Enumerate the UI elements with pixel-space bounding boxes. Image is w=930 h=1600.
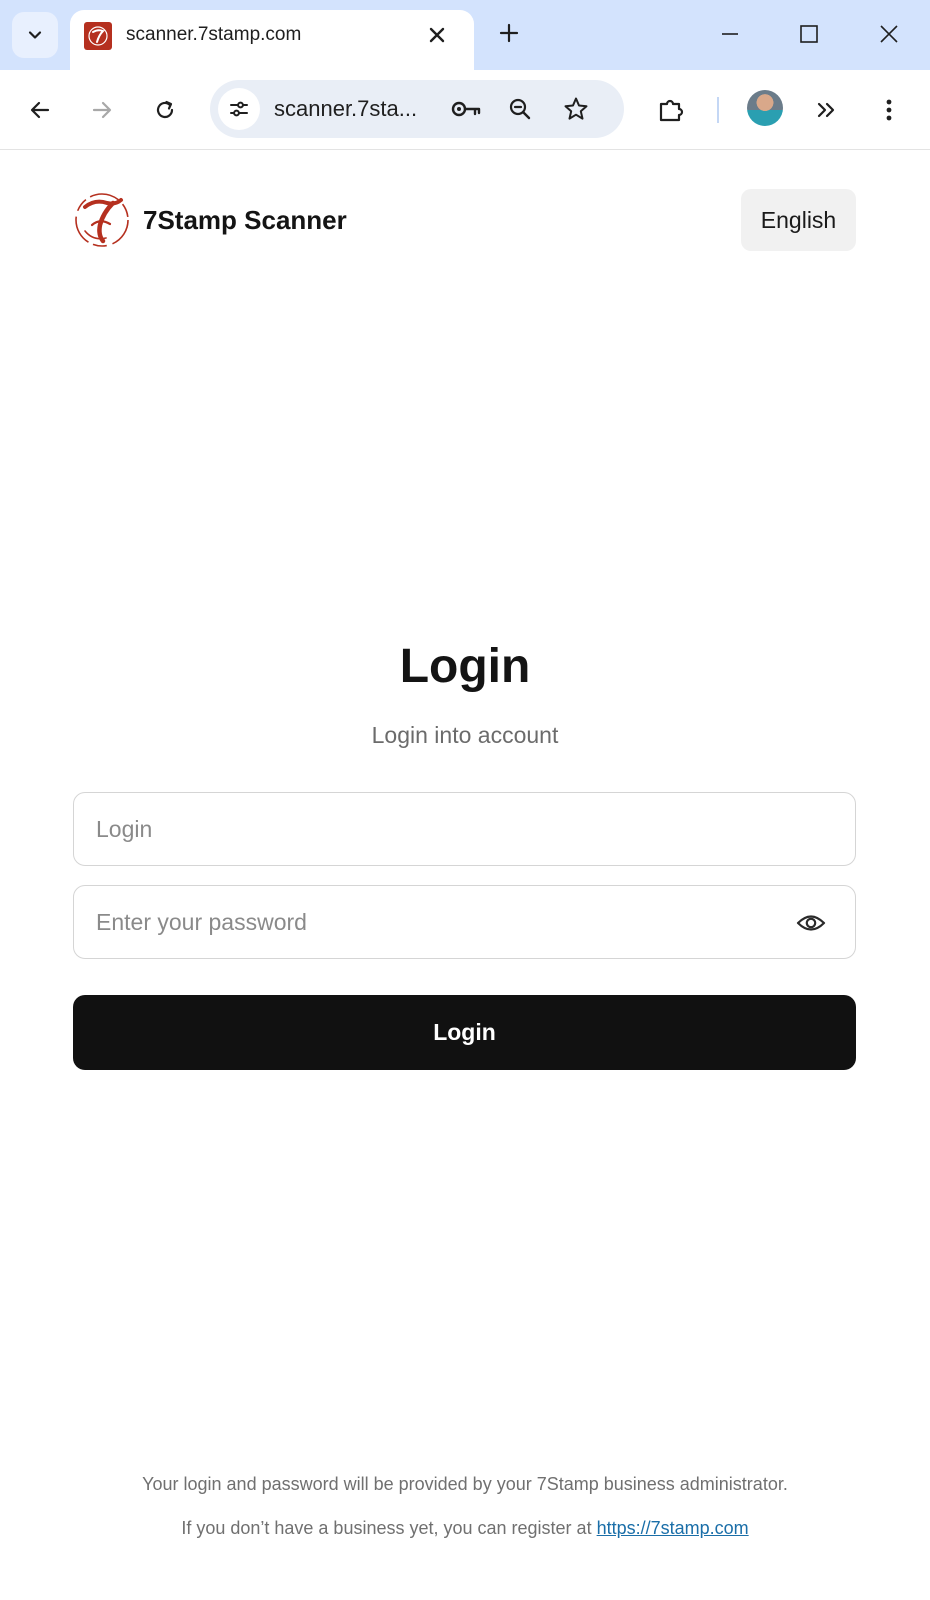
footer-note: Your login and password will be provided… bbox=[142, 1474, 788, 1494]
password-input[interactable] bbox=[96, 886, 756, 958]
minimize-icon bbox=[722, 33, 738, 35]
forward-button[interactable] bbox=[82, 90, 122, 130]
kebab-menu-icon bbox=[886, 99, 892, 121]
login-submit-button[interactable]: Login bbox=[73, 995, 856, 1070]
key-icon bbox=[451, 101, 481, 117]
register-link[interactable]: https://7stamp.com bbox=[597, 1518, 749, 1538]
browser-tab-bar: scanner.7stamp.com bbox=[0, 0, 930, 70]
toolbar-divider bbox=[717, 97, 719, 123]
footer-register-note: If you don’t have a business yet, you ca… bbox=[0, 1518, 930, 1539]
arrow-right-icon bbox=[92, 101, 112, 119]
arrow-left-icon bbox=[30, 101, 50, 119]
zoom-button[interactable] bbox=[500, 89, 540, 129]
passwords-button[interactable] bbox=[446, 89, 486, 129]
reload-button[interactable] bbox=[145, 90, 185, 130]
brand-logo bbox=[75, 193, 129, 247]
minimize-button[interactable] bbox=[710, 16, 750, 52]
tune-icon bbox=[230, 101, 248, 117]
close-icon bbox=[880, 25, 898, 43]
eye-icon bbox=[796, 915, 826, 931]
reload-icon bbox=[156, 100, 174, 119]
double-chevron-icon bbox=[817, 102, 835, 118]
site-favicon bbox=[84, 22, 112, 50]
login-field bbox=[73, 792, 856, 866]
brand-name: 7Stamp Scanner bbox=[143, 204, 347, 235]
page-subtitle: Login into account bbox=[371, 722, 559, 748]
close-icon bbox=[429, 27, 445, 43]
language-selector[interactable]: English bbox=[741, 189, 856, 251]
extensions-button[interactable] bbox=[651, 90, 691, 130]
maximize-icon bbox=[800, 25, 818, 43]
plus-icon bbox=[499, 23, 519, 43]
chevron-down-icon bbox=[28, 31, 42, 39]
maximize-button[interactable] bbox=[789, 16, 829, 52]
tab-close-button[interactable] bbox=[424, 22, 450, 48]
new-tab-button[interactable] bbox=[494, 18, 524, 48]
tab-search-button[interactable] bbox=[12, 12, 58, 58]
zoom-out-icon bbox=[509, 98, 531, 120]
puzzle-icon bbox=[659, 99, 684, 122]
bookmark-button[interactable] bbox=[556, 89, 596, 129]
footer-register-text: If you don’t have a business yet, you ca… bbox=[181, 1518, 592, 1538]
close-window-button[interactable] bbox=[869, 16, 909, 52]
toggle-password-visibility-button[interactable] bbox=[792, 904, 830, 942]
brand[interactable]: 7Stamp Scanner bbox=[73, 191, 347, 249]
password-field bbox=[73, 885, 856, 959]
browser-menu-button[interactable] bbox=[869, 90, 909, 130]
browser-tab[interactable]: scanner.7stamp.com bbox=[70, 10, 474, 70]
login-input[interactable] bbox=[96, 793, 756, 865]
profile-avatar[interactable] bbox=[747, 90, 783, 126]
tab-title: scanner.7stamp.com bbox=[126, 24, 302, 45]
site-info-button[interactable] bbox=[218, 88, 260, 130]
address-bar[interactable]: scanner.7sta... bbox=[210, 80, 624, 138]
page-title: Login bbox=[399, 640, 531, 693]
more-tools-button[interactable] bbox=[806, 90, 846, 130]
browser-toolbar: scanner.7sta... bbox=[0, 70, 930, 150]
star-icon bbox=[564, 97, 588, 120]
address-url: scanner.7sta... bbox=[274, 96, 418, 121]
page-content: 7Stamp Scanner English Login Login into … bbox=[0, 151, 930, 1600]
back-button[interactable] bbox=[20, 90, 60, 130]
